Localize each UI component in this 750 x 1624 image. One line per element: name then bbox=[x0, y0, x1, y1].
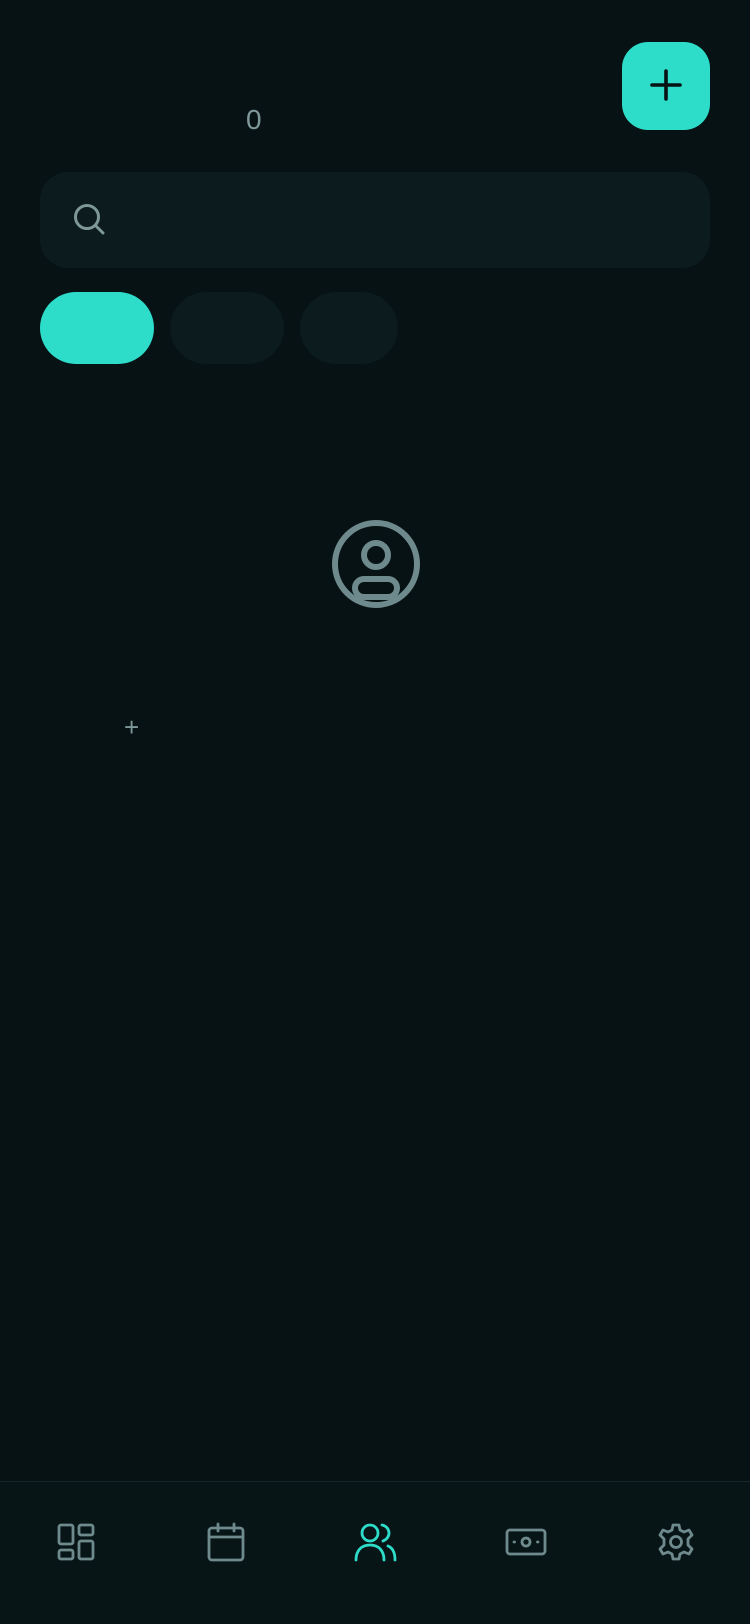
tab-payments[interactable] bbox=[496, 1514, 556, 1574]
add-client-button[interactable] bbox=[622, 42, 710, 130]
users-icon bbox=[354, 1522, 398, 1567]
user-circle-icon bbox=[330, 518, 422, 610]
tab-calendar[interactable] bbox=[196, 1514, 256, 1574]
search-input[interactable] bbox=[130, 172, 690, 268]
search-bar[interactable] bbox=[40, 172, 710, 268]
filter-chip[interactable] bbox=[170, 292, 284, 364]
tab-dashboard[interactable] bbox=[46, 1514, 106, 1574]
filter-chip[interactable] bbox=[300, 292, 398, 364]
calendar-icon bbox=[206, 1522, 246, 1567]
filter-chip-active[interactable] bbox=[40, 292, 154, 364]
tab-clients[interactable] bbox=[346, 1514, 406, 1574]
gear-icon bbox=[656, 1522, 696, 1567]
banknote-icon bbox=[504, 1522, 548, 1567]
clients-screen: 0 + bbox=[0, 0, 750, 1624]
plus-icon bbox=[648, 67, 684, 106]
client-count: 0 bbox=[246, 104, 262, 135]
empty-state-hint: + bbox=[124, 712, 140, 742]
tab-settings[interactable] bbox=[646, 1514, 706, 1574]
dashboard-icon bbox=[56, 1522, 96, 1567]
bottom-tab-bar bbox=[0, 1481, 750, 1624]
search-icon bbox=[72, 202, 108, 238]
